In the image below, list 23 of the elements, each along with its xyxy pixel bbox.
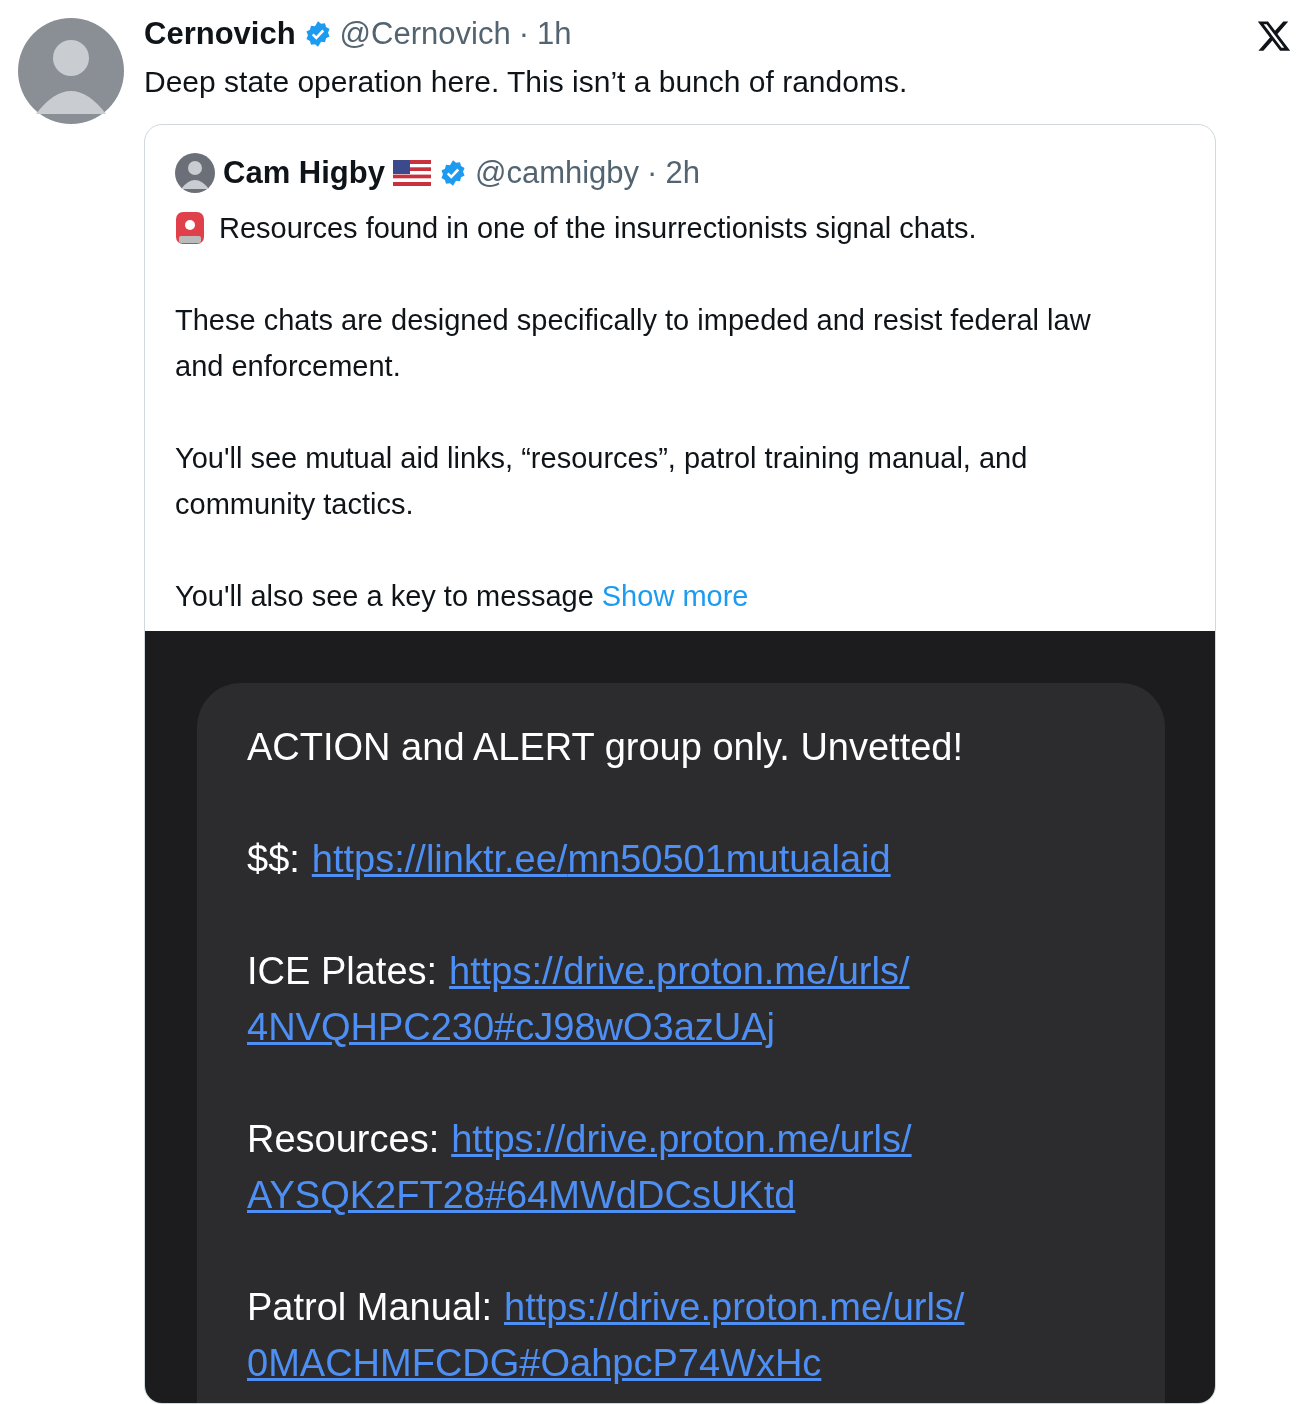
message-title: ACTION and ALERT group only. Unvetted! <box>247 725 965 770</box>
post-paragraph: Resources found in one of the insurrectionists signal chats. <box>219 211 977 246</box>
author-name[interactable]: Cam Higby <box>223 155 385 191</box>
avatar-icon[interactable] <box>175 153 215 193</box>
message-line: Patrol Manual: https://drive.proton.me/urls/0MACHMFCDG#OahpcP74WxHc <box>247 1285 966 1386</box>
separator-dot: · <box>647 155 658 191</box>
message-line: $$: https://linktr.ee/mn50501mutualaid <box>247 837 892 882</box>
post-time[interactable]: 2h <box>665 155 700 191</box>
x-logo-icon[interactable] <box>1256 18 1292 54</box>
message-line: Resources: https://drive.proton.me/urls/AYSQK2FT28#64MWdDCsUKtd <box>247 1117 913 1218</box>
flag-icon <box>392 160 431 186</box>
post-paragraph: You'll also see a key to message <box>175 580 594 612</box>
author-name[interactable]: Cernovich <box>144 16 296 52</box>
separator-dot: · <box>518 16 529 52</box>
post-paragraph: You'll see mutual aid links, “resources”, patrol training manual, and community tactics. <box>175 441 1029 522</box>
post-text: Deep state operation here. This isn’t a bunch of randoms. <box>144 64 909 100</box>
author-handle[interactable]: @Cernovich <box>339 16 511 52</box>
quoted-post-card[interactable] <box>144 124 1216 1404</box>
post-time[interactable]: 1h <box>536 16 572 52</box>
author-handle[interactable]: @camhigby <box>474 155 640 191</box>
post-paragraph: These chats are designed specifically to impeded and resist federal law and enforcement. <box>175 303 1092 384</box>
message-line: ICE Plates: https://drive.proton.me/urls/4NVQHPC230#cJ98wO3azUAj <box>247 949 911 1050</box>
avatar-icon[interactable] <box>18 18 124 124</box>
